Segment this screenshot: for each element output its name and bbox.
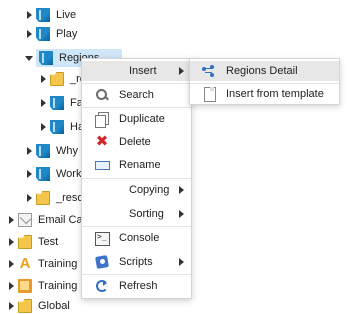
submenu-item-label: Insert from template (226, 88, 324, 100)
expand-arrow-icon[interactable] (24, 164, 36, 184)
tree-item-label: Training (38, 280, 78, 292)
tree-item-test[interactable]: Test (6, 232, 58, 252)
rename-icon (95, 158, 110, 172)
menu-item-label: Sorting (129, 208, 164, 220)
letter-a-icon: A (19, 255, 31, 272)
submenu-arrow-icon (179, 210, 184, 218)
search-icon (95, 88, 109, 102)
menu-separator (82, 274, 191, 275)
delete-icon: ✖ (95, 133, 109, 150)
menu-item-label: Duplicate (119, 113, 165, 125)
tree-item-resources[interactable]: _reso (24, 188, 84, 208)
menu-item-label: Search (119, 89, 154, 101)
submenu-arrow-icon (179, 186, 184, 194)
menu-item-search[interactable]: Search (82, 85, 191, 105)
menu-separator (82, 178, 191, 179)
submenu-arrow-icon (179, 67, 184, 75)
menu-item-label: Rename (119, 159, 161, 171)
tree-item-resources-child[interactable]: _re (38, 69, 86, 89)
expand-arrow-icon[interactable] (38, 117, 50, 137)
menu-separator (82, 83, 191, 84)
menu-item-label: Console (119, 232, 160, 244)
tree-item-label: Live (56, 9, 77, 21)
document-blue-icon (36, 144, 50, 158)
submenu-arrow-icon (179, 258, 184, 266)
expand-arrow-icon[interactable] (24, 141, 36, 161)
tree-item-label: _reso (56, 192, 84, 204)
tree-item-label: Work (56, 168, 82, 180)
context-menu: Insert Search Duplicate ✖ Delete Rename … (81, 58, 192, 299)
refresh-icon (95, 279, 109, 293)
menu-item-scripts[interactable]: Scripts (82, 252, 191, 272)
submenu-item-regions-detail[interactable]: Regions Detail (190, 61, 339, 81)
menu-separator (82, 107, 191, 108)
expand-arrow-icon[interactable] (6, 254, 18, 274)
menu-item-rename[interactable]: Rename (82, 155, 191, 175)
expand-arrow-icon[interactable] (6, 210, 18, 230)
tree-item-live[interactable]: Live (24, 5, 76, 25)
menu-item-insert[interactable]: Insert (82, 61, 191, 81)
tree-item-fai[interactable]: Fai (38, 93, 85, 113)
tree-item-training-a[interactable]: A Training (6, 254, 77, 274)
menu-item-delete[interactable]: ✖ Delete (82, 132, 191, 152)
menu-item-refresh[interactable]: Refresh (82, 276, 191, 296)
tree-item-label: Training (38, 258, 78, 270)
regions-detail-icon (202, 64, 216, 78)
tree-item-label: Play (56, 28, 78, 40)
document-blue-icon (36, 8, 50, 22)
tree-item-ha[interactable]: Ha (38, 117, 84, 137)
tree-item-email-campaign[interactable]: Email Ca (6, 210, 83, 230)
tree-item-work[interactable]: Work (24, 164, 81, 184)
document-blue-icon (50, 96, 64, 110)
duplicate-icon (95, 112, 109, 128)
insert-submenu: Regions Detail Insert from template (189, 58, 340, 105)
folder-icon (36, 191, 50, 205)
document-blue-icon (50, 120, 64, 134)
tree-item-label: Email Ca (38, 214, 83, 226)
menu-item-duplicate[interactable]: Duplicate (82, 109, 191, 129)
menu-item-copying[interactable]: Copying (82, 180, 191, 200)
console-icon (95, 231, 110, 246)
menu-item-label: Copying (129, 184, 170, 196)
menu-item-label: Delete (119, 136, 151, 148)
tree-item-global[interactable]: Global (6, 296, 70, 314)
folder-icon (18, 299, 32, 313)
menu-item-label: Refresh (119, 280, 158, 292)
expand-arrow-icon[interactable] (38, 93, 50, 113)
document-blue-icon (36, 167, 50, 181)
expand-arrow-icon[interactable] (6, 296, 18, 314)
document-blue-icon (39, 51, 53, 65)
submenu-item-insert-from-template[interactable]: Insert from template (190, 84, 339, 104)
tree-item-why[interactable]: Why C (24, 141, 89, 161)
folder-icon (18, 235, 32, 249)
tree-item-training-b[interactable]: Training (6, 276, 77, 296)
menu-separator (82, 226, 191, 227)
expand-arrow-icon[interactable] (24, 188, 36, 208)
expand-arrow-icon[interactable] (24, 24, 36, 44)
menu-item-sorting[interactable]: Sorting (82, 204, 191, 224)
menu-item-label: Scripts (119, 256, 153, 268)
template-icon (202, 87, 216, 102)
folder-icon (50, 72, 64, 86)
blank-icon (95, 64, 109, 78)
blank-icon (95, 207, 109, 221)
menu-item-label: Insert (129, 65, 157, 77)
book-icon (18, 279, 32, 293)
expand-arrow-icon[interactable] (6, 232, 18, 252)
collapse-arrow-icon[interactable] (24, 48, 36, 68)
menu-item-console[interactable]: Console (82, 228, 191, 248)
submenu-item-label: Regions Detail (226, 65, 298, 77)
expand-arrow-icon[interactable] (24, 5, 36, 25)
expand-arrow-icon[interactable] (6, 276, 18, 296)
tree-item-label: Global (38, 300, 70, 312)
blank-icon (95, 183, 109, 197)
tree-item-play[interactable]: Play (24, 24, 77, 44)
scripts-icon (95, 255, 109, 269)
expand-arrow-icon[interactable] (38, 69, 50, 89)
tree-item-label: Test (38, 236, 59, 248)
envelope-icon (18, 213, 32, 227)
document-blue-icon (36, 27, 50, 41)
